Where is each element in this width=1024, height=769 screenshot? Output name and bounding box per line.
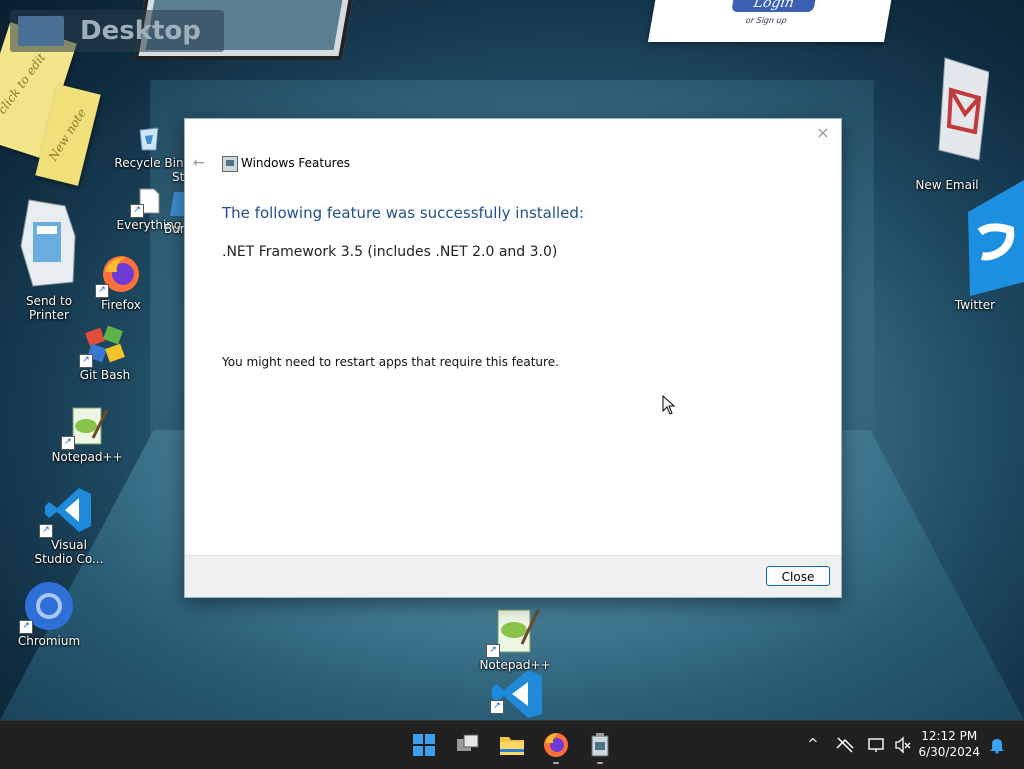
windows-features-app-icon [222, 156, 238, 172]
desktop-icon-new-email[interactable]: New Email [902, 50, 992, 192]
firefox-taskbar-button[interactable] [540, 729, 572, 764]
chromium-label: Chromium [17, 634, 81, 648]
running-indicator [597, 762, 603, 764]
installed-feature-name: .NET Framework 3.5 (includes .NET 2.0 an… [222, 244, 558, 260]
restart-note: You might need to restart apps that requ… [222, 355, 559, 369]
shortcut-arrow-icon: ↗ [61, 436, 75, 450]
dialog-footer: Close [185, 555, 841, 597]
clock-time: 12:12 PM [921, 729, 978, 743]
file-explorer-button[interactable] [496, 729, 528, 761]
notepadpp-label: Notepad++ [51, 450, 123, 464]
chromium-icon: ↗ [19, 580, 75, 634]
vscode-label: Visual Studio Co... [34, 538, 104, 566]
twitter-icon [930, 172, 1024, 298]
desktop-corner-label: Desktop [80, 16, 201, 46]
desktop-icon-notepadpp-center[interactable]: ↗ Notepad++ [470, 606, 560, 672]
clock-date: 6/30/2024 [918, 745, 980, 759]
desktop-icon-notepadpp[interactable]: ↗ Notepad++ [42, 404, 132, 464]
firefox-icon [544, 733, 568, 757]
git-bash-label: Git Bash [79, 368, 131, 382]
sticky-note-1-text: click to edit [0, 50, 49, 117]
wallpaper-login-card: Login or Sign up [647, 0, 893, 42]
vscode-icon: ↗ [39, 484, 95, 538]
show-hidden-icons-chevron-icon[interactable]: ^ [804, 736, 822, 754]
shortcut-arrow-icon: ↗ [39, 524, 53, 538]
recycle-bin-icon [134, 124, 164, 154]
desktop-icon-vscode[interactable]: ↗ Visual Studio Co... [24, 484, 114, 566]
start-button[interactable] [408, 729, 440, 761]
notification-bell-icon[interactable] [988, 736, 1006, 754]
partial-icon-label: St [172, 170, 185, 184]
twitter-label: Twitter [954, 298, 996, 312]
display-icon[interactable] [868, 736, 886, 754]
vscode-partial-icon[interactable]: ↗ [488, 668, 544, 718]
desktop-corner-icon [18, 16, 64, 46]
mouse-cursor-icon [662, 394, 676, 418]
desktop-icon-chromium[interactable]: ↗ Chromium [4, 580, 94, 648]
shortcut-arrow-icon: ↗ [490, 700, 504, 714]
shortcut-arrow-icon: ↗ [19, 620, 33, 634]
notepadpp-icon: ↗ [486, 606, 540, 658]
dialog-title: Windows Features [241, 156, 350, 170]
windows-logo-icon [413, 734, 435, 756]
login-label: Login [731, 0, 817, 12]
network-offline-icon[interactable] [836, 736, 854, 754]
close-button[interactable]: Close [766, 566, 830, 586]
windows-features-icon [591, 733, 609, 757]
shortcut-arrow-icon: ↗ [486, 644, 500, 658]
desktop-icon-twitter[interactable]: Twitter [930, 172, 1024, 312]
notepadpp-icon: ↗ [61, 404, 109, 450]
volume-muted-icon[interactable] [894, 736, 912, 754]
recycle-bin-label: Recycle Bin [114, 156, 184, 170]
desktop-icon-git-bash[interactable]: ↗ Git Bash [60, 322, 150, 382]
sticky-note-2-text: New note [45, 106, 89, 164]
running-indicator [553, 762, 559, 764]
windows-features-dialog: × ← Windows Features The following featu… [184, 118, 842, 598]
git-bash-icon: ↗ [79, 322, 127, 368]
firefox-icon: ↗ [95, 252, 143, 298]
task-view-icon [457, 734, 479, 751]
shortcut-arrow-icon: ↗ [130, 204, 144, 218]
desktop-corner-tile: Desktop [10, 10, 224, 52]
back-arrow-icon[interactable]: ← [193, 155, 205, 171]
everything-icon: ↗ [130, 186, 164, 218]
folder-icon [500, 737, 524, 755]
windows-features-taskbar-button[interactable] [584, 729, 616, 764]
printer-icon [19, 196, 79, 292]
signup-label: or Sign up [744, 16, 788, 25]
desktop-icon-recycle-bin[interactable]: Recycle Bin [104, 124, 194, 170]
taskbar: ^ 12:12 PM 6/30/2024 [0, 720, 1024, 769]
desktop-icon-firefox[interactable]: ↗ Firefox [76, 252, 166, 312]
dialog-close-icon[interactable]: × [813, 123, 833, 143]
task-view-button[interactable] [452, 729, 484, 761]
partial-icon-label-2: Bur [164, 222, 185, 236]
dialog-heading: The following feature was successfully i… [222, 204, 584, 222]
email-icon [905, 50, 990, 180]
system-clock[interactable]: 12:12 PM 6/30/2024 [918, 728, 980, 760]
shortcut-arrow-icon: ↗ [79, 354, 93, 368]
shortcut-arrow-icon: ↗ [95, 284, 109, 298]
firefox-label: Firefox [101, 298, 141, 312]
